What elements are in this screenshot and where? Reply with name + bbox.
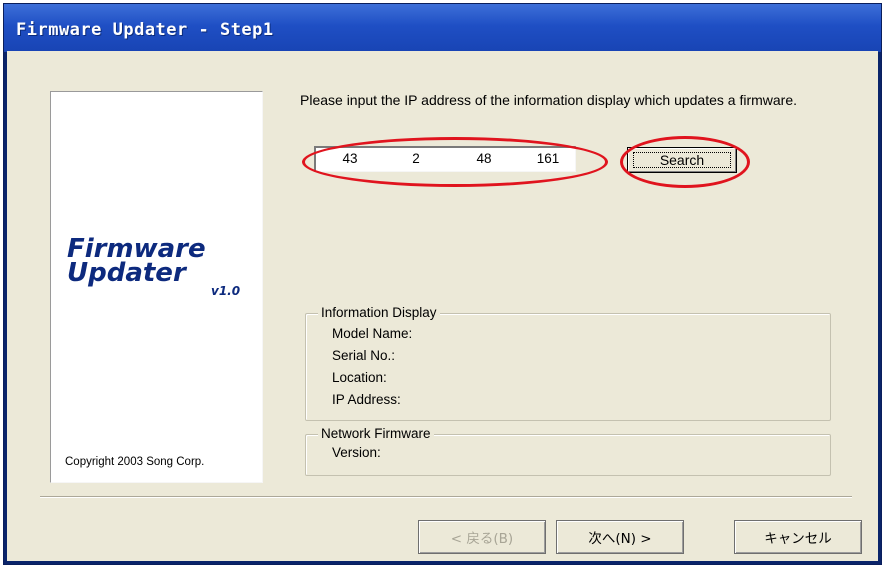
annotation-circle-ip [302,137,608,187]
cancel-button[interactable]: キャンセル [734,520,862,554]
product-logo: Firmware Updater [67,236,257,288]
annotation-circle-search [620,136,750,188]
button-separator [40,496,852,498]
logo-panel: Firmware Updater v1.0 Copyright 2003 Son… [50,91,263,483]
back-button-label: < 戻る(B) [450,531,514,547]
logo-version: v1.0 [211,284,241,298]
network-firmware-title: Network Firmware [318,426,434,441]
next-button-label: 次へ(N) > [588,531,652,547]
serial-no-label: Serial No.: [332,348,396,363]
title-bar[interactable]: Firmware Updater - Step1 [4,4,881,52]
back-button[interactable]: < 戻る(B) [418,520,546,554]
cancel-button-label: キャンセル [764,531,832,547]
ip-address-label: IP Address: [332,392,401,407]
model-name-label: Model Name: [332,326,413,341]
location-label: Location: [332,370,387,385]
information-display-title: Information Display [318,305,440,320]
window-title: Firmware Updater - Step1 [16,20,274,40]
information-display-group: Information Display Model Name: Serial N… [305,305,831,421]
copyright-text: Copyright 2003 Song Corp. [65,456,205,468]
next-button[interactable]: 次へ(N) > [556,520,684,554]
network-firmware-group: Network Firmware Version: [305,426,831,476]
ip-prompt-text: Please input the IP address of the infor… [300,92,798,108]
version-label: Version: [332,445,381,460]
logo-line-2: Updater [67,258,186,288]
